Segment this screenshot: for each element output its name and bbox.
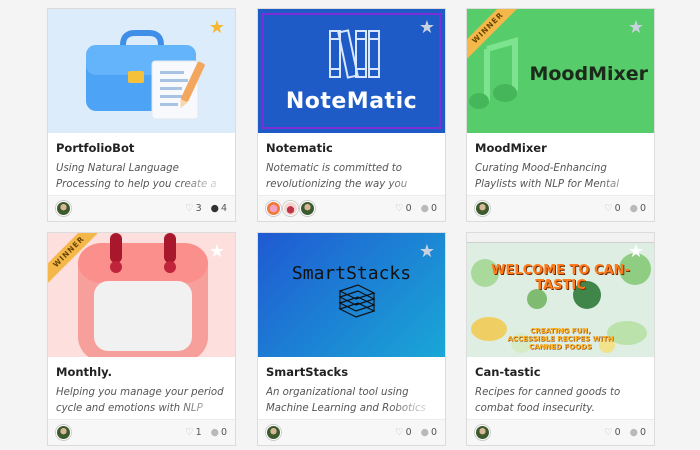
project-card-monthly[interactable]: WINNER ★ Monthly. Helping you manage you… xyxy=(47,232,236,446)
thumbnail-brand-text: NoteMatic xyxy=(285,89,418,114)
project-card-smartstacks[interactable]: SmartStacks ★ SmartStacks An organizatio… xyxy=(257,232,446,446)
card-footer: ♡ 0 ● 0 xyxy=(258,195,445,221)
heart-icon: ♡ xyxy=(395,427,404,438)
project-description: Notematic is committed to revolutionizin… xyxy=(266,161,437,193)
heart-icon: ♡ xyxy=(604,427,613,438)
project-thumbnail[interactable]: SmartStacks ★ xyxy=(258,233,445,357)
comment-icon: ● xyxy=(210,427,219,438)
project-thumbnail[interactable]: ★ xyxy=(48,9,235,133)
star-icon[interactable]: ★ xyxy=(419,243,435,261)
comments-count[interactable]: ● 0 xyxy=(421,427,437,438)
project-title[interactable]: Monthly. xyxy=(56,365,227,379)
card-footer: ♡ 0 ● 0 xyxy=(467,195,654,221)
star-icon[interactable]: ★ xyxy=(419,19,435,37)
comments-count[interactable]: ● 0 xyxy=(630,203,646,214)
card-footer: ♡ 0 ● 0 xyxy=(258,419,445,445)
project-thumbnail[interactable]: MoodMixer WINNER ★ xyxy=(467,9,654,133)
project-description: Using Natural Language Processing to hel… xyxy=(56,161,227,193)
card-footer: ♡ 0 ● 0 xyxy=(467,419,654,445)
comment-icon: ● xyxy=(210,203,219,214)
likes-count[interactable]: ♡ 0 xyxy=(395,203,412,214)
project-description: Recipes for canned goods to combat food … xyxy=(475,385,646,417)
card-footer: ♡ 3 ● 4 xyxy=(48,195,235,221)
comments-count[interactable]: ● 4 xyxy=(211,203,227,214)
likes-count[interactable]: ♡ 3 xyxy=(185,203,202,214)
comments-count[interactable]: ● 0 xyxy=(421,203,437,214)
project-thumbnail[interactable]: WELCOME TO CAN-TASTIC CREATING FUN, ACCE… xyxy=(467,233,654,357)
project-thumbnail[interactable]: NoteMatic ★ xyxy=(258,9,445,133)
comment-icon: ● xyxy=(629,427,638,438)
star-icon[interactable]: ★ xyxy=(209,19,225,37)
likes-count[interactable]: ♡ 1 xyxy=(185,427,202,438)
star-icon[interactable]: ★ xyxy=(628,243,644,261)
books-icon xyxy=(329,29,380,79)
avatar[interactable] xyxy=(56,425,71,440)
thumbnail-brand-text: WELCOME TO CAN-TASTIC xyxy=(491,263,630,293)
star-icon[interactable]: ★ xyxy=(628,19,644,37)
star-icon[interactable]: ★ xyxy=(209,243,225,261)
avatar[interactable] xyxy=(56,201,71,216)
heart-icon: ♡ xyxy=(185,203,194,214)
card-footer: ♡ 1 ● 0 xyxy=(48,419,235,445)
comment-icon: ● xyxy=(420,203,429,214)
heart-icon: ♡ xyxy=(185,427,194,438)
project-title[interactable]: SmartStacks xyxy=(266,365,437,379)
likes-count[interactable]: ♡ 0 xyxy=(604,203,621,214)
project-title[interactable]: Notematic xyxy=(266,141,437,155)
project-title[interactable]: PortfolioBot xyxy=(56,141,227,155)
thumbnail-brand-text: MoodMixer xyxy=(529,63,648,85)
briefcase-illustration xyxy=(86,30,205,120)
project-card-portfoliobot[interactable]: ★ PortfolioBot Using Natural Language Pr… xyxy=(47,8,236,222)
avatar[interactable] xyxy=(283,201,298,216)
project-description: Curating Mood-Enhancing Playlists with N… xyxy=(475,161,646,193)
project-card-moodmixer[interactable]: MoodMixer WINNER ★ MoodMixer Curating Mo… xyxy=(466,8,655,222)
likes-count[interactable]: ♡ 0 xyxy=(604,427,621,438)
avatar[interactable] xyxy=(300,201,315,216)
project-card-cantastic[interactable]: WELCOME TO CAN-TASTIC CREATING FUN, ACCE… xyxy=(466,232,655,446)
project-title[interactable]: MoodMixer xyxy=(475,141,646,155)
likes-count[interactable]: ♡ 0 xyxy=(395,427,412,438)
thumbnail-subtitle-text: CREATING FUN, ACCESSIBLE RECIPES WITH CA… xyxy=(507,327,614,351)
heart-icon: ♡ xyxy=(604,203,613,214)
project-title[interactable]: Can-tastic xyxy=(475,365,646,379)
project-card-notematic[interactable]: NoteMatic ★ Notematic Notematic is commi… xyxy=(257,8,446,222)
avatar[interactable] xyxy=(475,425,490,440)
avatar[interactable] xyxy=(266,201,281,216)
comments-count[interactable]: ● 0 xyxy=(630,427,646,438)
project-thumbnail[interactable]: WINNER ★ xyxy=(48,233,235,357)
avatar[interactable] xyxy=(475,201,490,216)
project-description: Helping you manage your period cycle and… xyxy=(56,385,227,417)
comments-count[interactable]: ● 0 xyxy=(211,427,227,438)
stacks-icon xyxy=(338,284,376,318)
comment-icon: ● xyxy=(629,203,638,214)
heart-icon: ♡ xyxy=(395,203,404,214)
comment-icon: ● xyxy=(420,427,429,438)
project-description: An organizational tool using Machine Lea… xyxy=(266,385,437,417)
avatar[interactable] xyxy=(266,425,281,440)
